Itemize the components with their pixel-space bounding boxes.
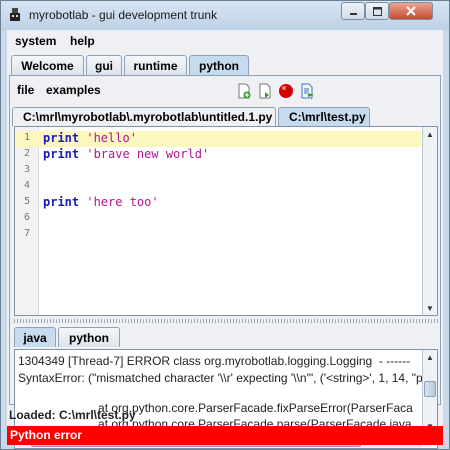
code-string: 'here too' bbox=[86, 195, 159, 209]
close-icon bbox=[406, 6, 416, 16]
code-editor[interactable]: 1 print 'hello' 2 print 'brave new world… bbox=[14, 126, 438, 316]
code-keyword: print bbox=[43, 147, 80, 161]
split-pane-divider[interactable] bbox=[14, 319, 438, 323]
code-string: 'hello' bbox=[86, 131, 137, 145]
console-vertical-thumb[interactable] bbox=[424, 381, 436, 397]
stop-icon[interactable] bbox=[278, 83, 294, 99]
code-line[interactable]: 5 print 'here too' bbox=[15, 195, 421, 211]
code-line[interactable]: 1 print 'hello' bbox=[15, 131, 421, 147]
tab-python[interactable]: python bbox=[189, 55, 249, 75]
menu-bar: system help bbox=[7, 30, 443, 52]
code-line[interactable]: 2 print 'brave new world' bbox=[15, 147, 421, 163]
editor-vertical-scrollbar[interactable]: ▲ ▼ bbox=[422, 127, 437, 315]
new-file-icon[interactable] bbox=[236, 83, 252, 99]
file-tab-untitled[interactable]: C:\mrl\myrobotlab\.myrobotlab\untitled.1… bbox=[12, 107, 276, 126]
scroll-down-icon[interactable]: ▼ bbox=[423, 301, 437, 315]
line-number: 4 bbox=[24, 180, 31, 191]
minimize-icon bbox=[349, 12, 357, 15]
minimize-button[interactable] bbox=[341, 2, 365, 20]
scroll-up-icon[interactable]: ▲ bbox=[423, 127, 437, 141]
code-line[interactable]: 6 bbox=[15, 211, 421, 227]
tab-java[interactable]: java bbox=[14, 327, 56, 347]
loaded-file-label: Loaded: C:\mrl\test.py bbox=[9, 408, 136, 422]
code-keyword: print bbox=[43, 195, 80, 209]
console-vertical-scrollbar[interactable]: ▲ ▼ bbox=[422, 350, 437, 433]
python-panel: file examples C:\mrl\myrobotlab\.myrobot… bbox=[9, 75, 441, 449]
tab-runtime[interactable]: runtime bbox=[124, 55, 187, 75]
code-line[interactable]: 3 bbox=[15, 163, 421, 179]
line-number: 3 bbox=[24, 164, 31, 175]
tab-python-console[interactable]: python bbox=[58, 327, 120, 347]
file-tab-test[interactable]: C:\mrl\test.py bbox=[278, 107, 370, 126]
status-text: Python error bbox=[10, 428, 83, 442]
tab-gui[interactable]: gui bbox=[86, 55, 122, 75]
line-number: 5 bbox=[24, 196, 31, 207]
status-bar: Python error bbox=[7, 426, 443, 445]
menu-help[interactable]: help bbox=[70, 34, 95, 48]
maximize-button[interactable] bbox=[365, 2, 389, 20]
code-keyword: print bbox=[43, 131, 80, 145]
app-window: myrobotlab - gui development trunk syste… bbox=[0, 0, 450, 450]
code-line[interactable]: 7 bbox=[15, 227, 421, 243]
open-file-icon[interactable] bbox=[257, 83, 273, 99]
robot-app-icon bbox=[10, 8, 20, 21]
line-number: 1 bbox=[24, 132, 31, 143]
line-number: 7 bbox=[24, 228, 31, 239]
console-line: SyntaxError: ("mismatched character '\\r… bbox=[18, 371, 423, 385]
tab-welcome[interactable]: Welcome bbox=[11, 55, 84, 75]
line-number: 2 bbox=[24, 148, 31, 159]
scroll-up-icon[interactable]: ▲ bbox=[423, 350, 437, 364]
console-line: 1304349 [Thread-7] ERROR class org.myrob… bbox=[18, 354, 411, 368]
menu-examples[interactable]: examples bbox=[46, 83, 101, 97]
maximize-icon bbox=[372, 6, 382, 16]
title-bar[interactable]: myrobotlab - gui development trunk bbox=[1, 1, 449, 30]
window-title: myrobotlab - gui development trunk bbox=[29, 8, 218, 22]
menu-file[interactable]: file bbox=[17, 83, 34, 97]
code-line[interactable]: 4 bbox=[15, 179, 421, 195]
run-icon[interactable] bbox=[299, 83, 315, 99]
line-number: 6 bbox=[24, 212, 31, 223]
menu-system[interactable]: system bbox=[15, 34, 56, 48]
python-toolbar: file examples bbox=[10, 76, 440, 104]
client-area: system help Welcome gui runtime python f… bbox=[7, 30, 443, 449]
close-button[interactable] bbox=[389, 2, 433, 20]
code-string: 'brave new world' bbox=[86, 147, 210, 161]
